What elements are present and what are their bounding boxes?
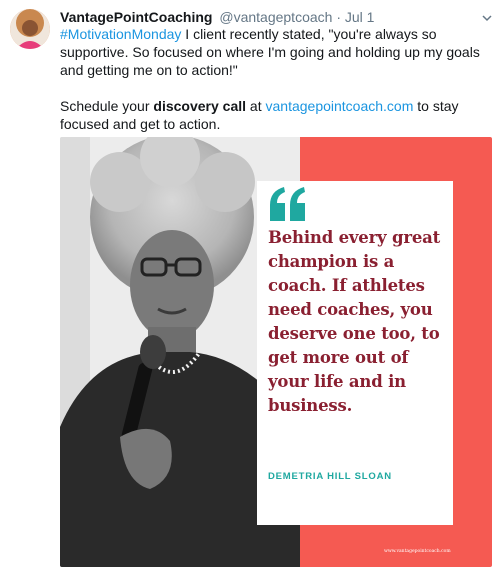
chevron-down-icon[interactable] [481,12,493,24]
tweet-text-span: at [246,98,266,114]
quote-card: Behind every great champion is a coach. … [257,181,453,525]
tweet: VantagePointCoaching @vantageptcoach · J… [0,0,497,573]
separator-dot: · [336,9,341,25]
watermark-url: www.vantagepointcoach.com [384,549,451,554]
hashtag-link[interactable]: #MotivationMonday [60,26,181,42]
avatar[interactable] [10,9,50,49]
quote-mark-icon [270,187,305,221]
website-link[interactable]: vantagepointcoach.com [266,98,414,114]
quote-text: Behind every great champion is a coach. … [268,228,441,415]
tweet-paragraph-1: #MotivationMonday I client recently stat… [60,25,485,79]
tweet-text: #MotivationMonday I client recently stat… [60,25,485,133]
tweet-media-image[interactable]: Behind every great champion is a coach. … [60,137,492,567]
author-name[interactable]: VantagePointCoaching [60,9,212,25]
quote-author: DEMETRIA HILL SLOAN [268,471,392,482]
tweet-date[interactable]: Jul 1 [345,9,375,25]
author-handle[interactable]: @vantageptcoach [219,9,332,25]
tweet-text-span: Schedule your [60,98,154,114]
bold-text: discovery call [153,98,247,114]
tweet-paragraph-2: Schedule your discovery call at vantagep… [60,97,485,133]
avatar-photo [10,9,50,49]
tweet-header: VantagePointCoaching @vantageptcoach · J… [60,8,374,26]
